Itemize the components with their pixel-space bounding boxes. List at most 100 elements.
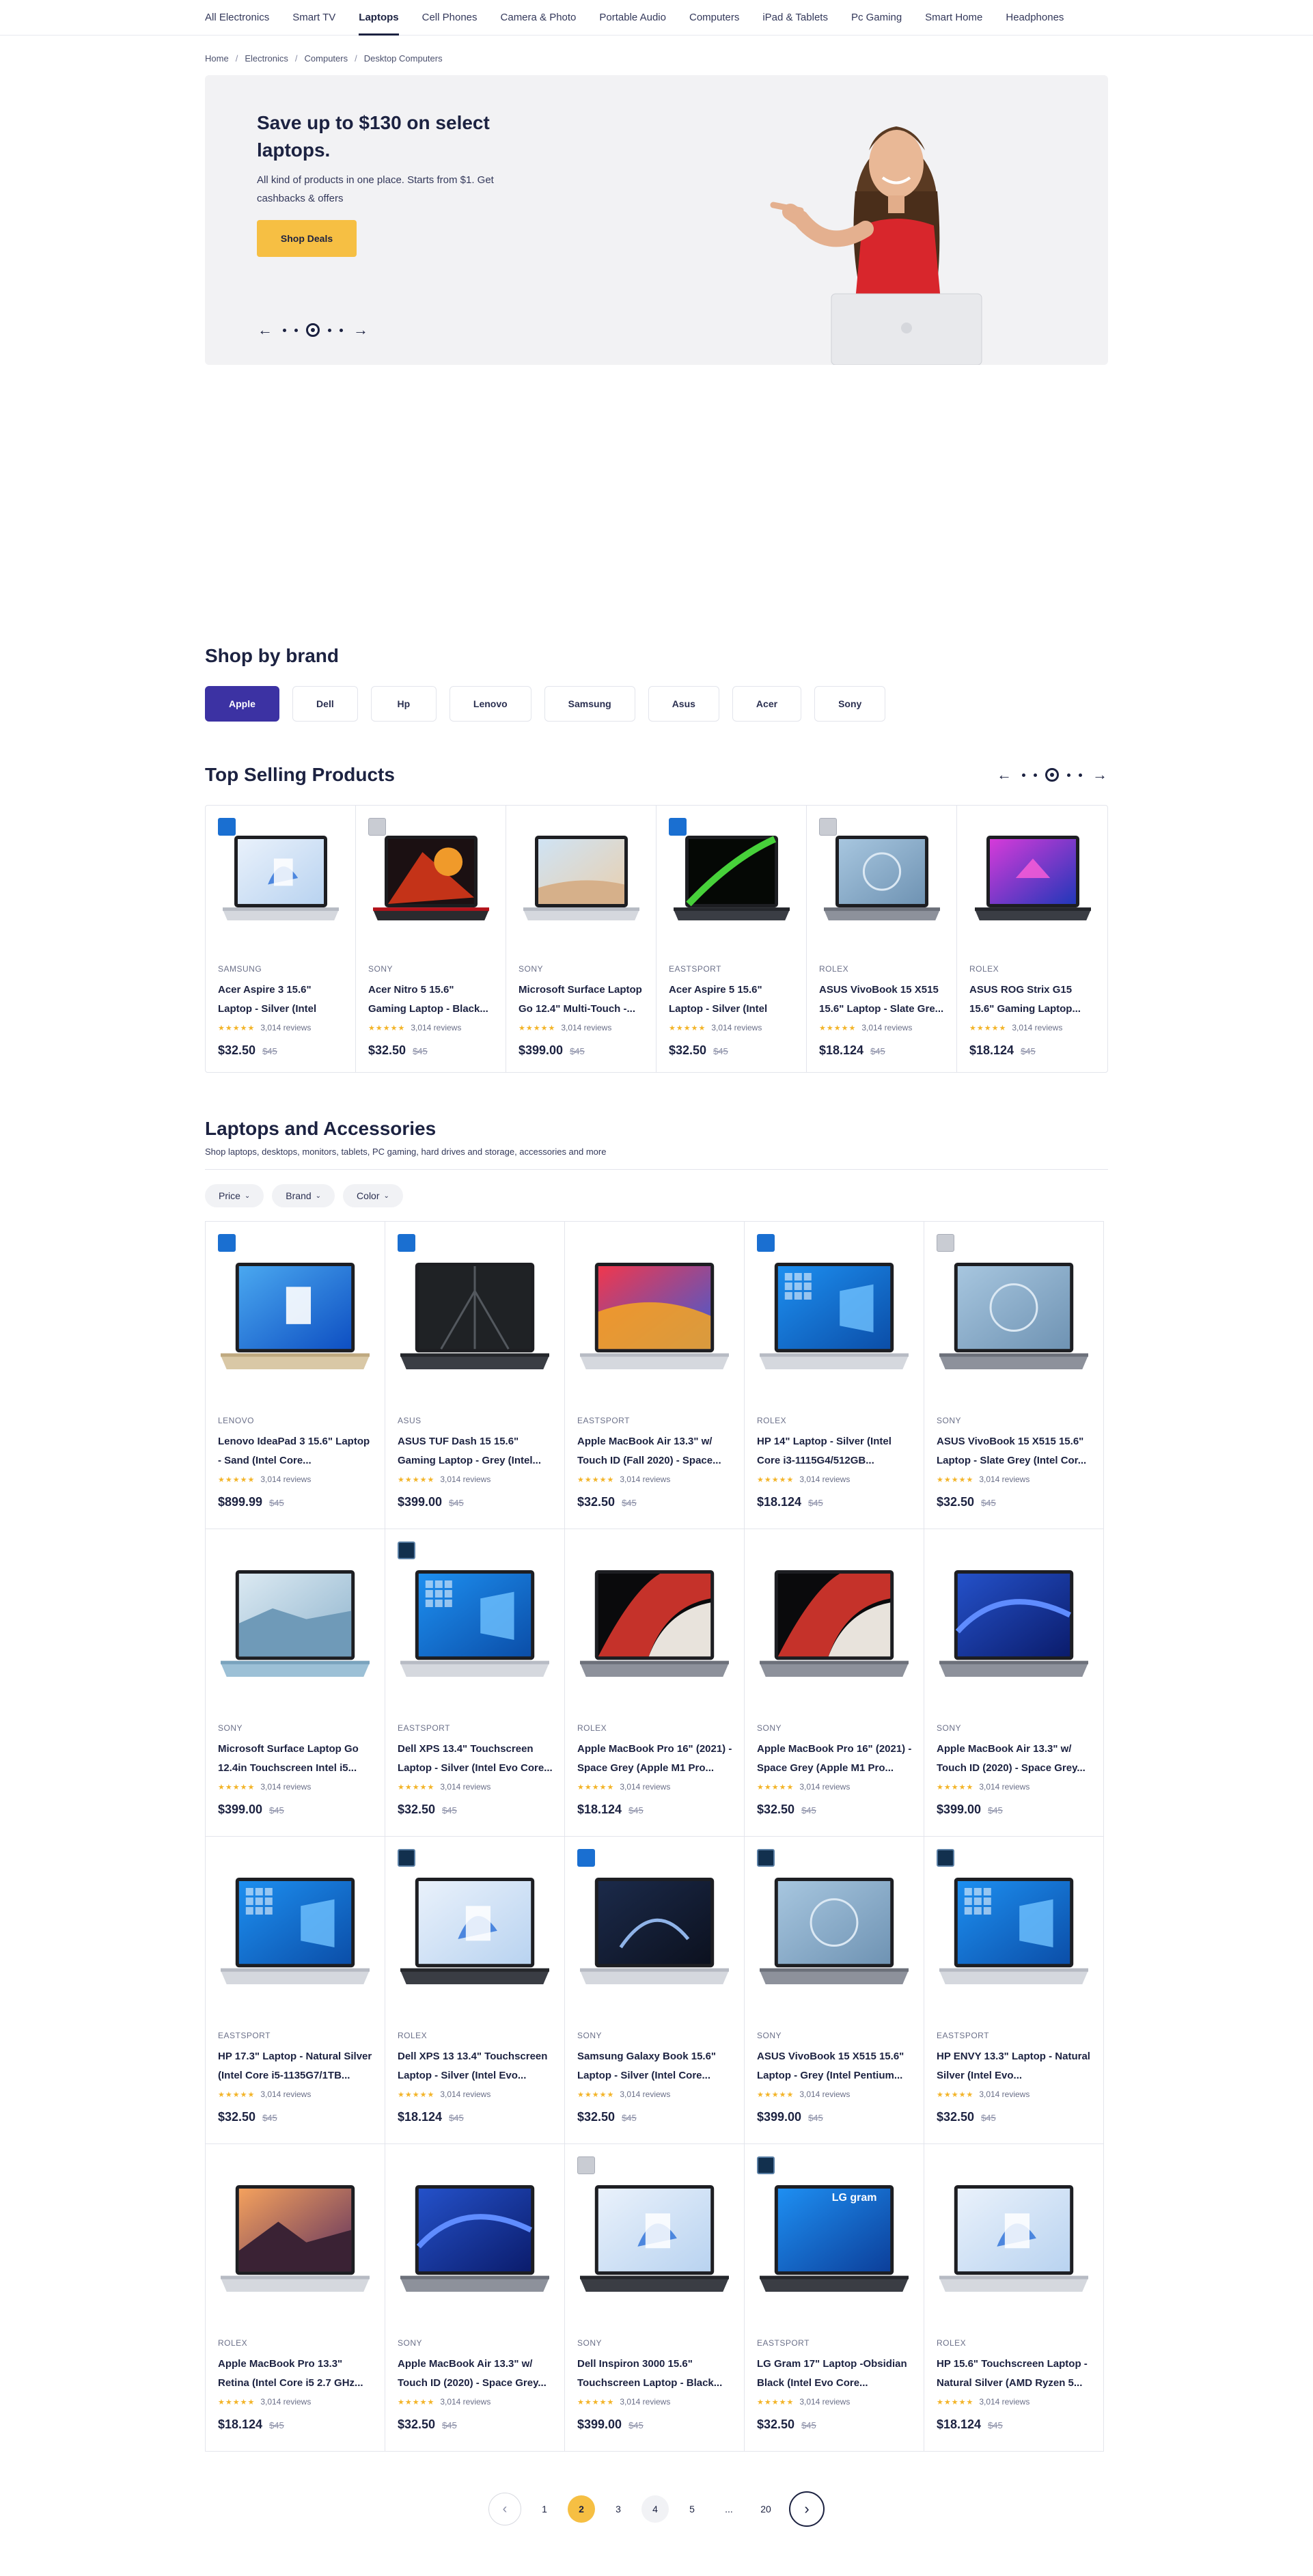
carousel-dot[interactable] bbox=[1045, 768, 1059, 782]
product-card[interactable]: EASTSPORT HP 17.3" Laptop - Natural Silve… bbox=[206, 1837, 385, 2144]
carousel-dot[interactable] bbox=[1079, 773, 1082, 777]
carousel-dot[interactable] bbox=[328, 328, 331, 332]
product-card[interactable]: EASTSPORT HP ENVY 13.3" Laptop - Natural … bbox=[924, 1837, 1104, 2144]
product-title[interactable]: HP ENVY 13.3" Laptop - Natural Silver (I… bbox=[937, 2047, 1092, 2085]
product-image[interactable] bbox=[222, 834, 339, 925]
shop-deals-button[interactable]: Shop Deals bbox=[257, 220, 357, 257]
carousel-dot[interactable] bbox=[340, 328, 343, 332]
product-image[interactable] bbox=[939, 2184, 1088, 2297]
product-card[interactable]: ROLEX HP 14" Laptop - Silver (Intel Core … bbox=[745, 1222, 924, 1529]
product-image[interactable] bbox=[221, 1876, 370, 1989]
product-card[interactable]: SONY Acer Nitro 5 15.6" Gaming Laptop - B… bbox=[356, 806, 506, 1072]
carousel-dot[interactable] bbox=[294, 328, 298, 332]
product-title[interactable]: ASUS VivoBook 15 X515 15.6" Laptop - Sla… bbox=[937, 1432, 1092, 1470]
breadcrumb-item[interactable]: Electronics bbox=[245, 53, 288, 64]
product-card[interactable]: ROLEX Apple MacBook Pro 13.3" Retina (Int… bbox=[206, 2144, 385, 2452]
brand-button-hp[interactable]: Hp bbox=[370, 686, 437, 722]
carousel-dot[interactable] bbox=[283, 328, 286, 332]
product-title[interactable]: ASUS ROG Strix G15 15.6" Gaming Laptop..… bbox=[969, 981, 1098, 1019]
product-image[interactable] bbox=[975, 834, 1091, 925]
product-card[interactable]: SONY ASUS VivoBook 15 X515 15.6" Laptop -… bbox=[924, 1222, 1104, 1529]
product-image[interactable] bbox=[372, 834, 489, 925]
carousel-dot[interactable] bbox=[306, 323, 320, 337]
product-title[interactable]: Apple MacBook Pro 13.3" Retina (Intel Co… bbox=[218, 2355, 374, 2393]
product-image[interactable] bbox=[939, 1876, 1088, 1989]
product-image[interactable] bbox=[939, 1261, 1088, 1374]
product-card[interactable]: ROLEX Dell XPS 13 13.4" Touchscreen Lapto… bbox=[385, 1837, 565, 2144]
nav-item-smart-home[interactable]: Smart Home bbox=[925, 0, 982, 36]
product-card[interactable]: EASTSPORT Apple MacBook Air 13.3" w/ Touc… bbox=[565, 1222, 745, 1529]
carousel-dot[interactable] bbox=[1034, 773, 1037, 777]
nav-item-laptops[interactable]: Laptops bbox=[359, 0, 399, 36]
product-card[interactable]: ROLEX ASUS VivoBook 15 X515 15.6" Laptop … bbox=[807, 806, 957, 1072]
product-title[interactable]: ASUS TUF Dash 15 15.6" Gaming Laptop - G… bbox=[398, 1432, 553, 1470]
breadcrumb-item[interactable]: Computers bbox=[305, 53, 348, 64]
nav-item-cell-phones[interactable]: Cell Phones bbox=[422, 0, 478, 36]
product-title[interactable]: LG Gram 17" Laptop -Obsidian Black (Inte… bbox=[757, 2355, 913, 2393]
product-image[interactable] bbox=[221, 1261, 370, 1374]
product-title[interactable]: Apple MacBook Air 13.3" w/ Touch ID (Fal… bbox=[577, 1432, 733, 1470]
nav-item-smart-tv[interactable]: Smart TV bbox=[292, 0, 335, 36]
product-title[interactable]: Microsoft Surface Laptop Go 12.4in Touch… bbox=[218, 1740, 374, 1778]
product-title[interactable]: Apple MacBook Pro 16" (2021) - Space Gre… bbox=[577, 1740, 733, 1778]
arrow-left-icon[interactable]: ← bbox=[996, 766, 1012, 784]
product-image[interactable] bbox=[760, 1569, 909, 1682]
product-image[interactable] bbox=[580, 1261, 729, 1374]
product-image[interactable] bbox=[221, 2184, 370, 2297]
filter-color[interactable]: Color ⌄ bbox=[343, 1184, 403, 1207]
product-card[interactable]: EASTSPORT Dell XPS 13.4" Touchscreen Lapt… bbox=[385, 1529, 565, 1837]
nav-item-camera-photo[interactable]: Camera & Photo bbox=[501, 0, 577, 36]
product-title[interactable]: HP 17.3" Laptop - Natural Silver (Intel … bbox=[218, 2047, 374, 2085]
product-title[interactable]: Apple MacBook Pro 16" (2021) - Space Gre… bbox=[757, 1740, 913, 1778]
pagination-page[interactable]: 1 bbox=[531, 2495, 558, 2523]
brand-button-sony[interactable]: Sony bbox=[814, 686, 886, 722]
product-card[interactable]: SONY Microsoft Surface Laptop Go 12.4" Mu… bbox=[506, 806, 656, 1072]
product-card[interactable]: ROLEX ASUS ROG Strix G15 15.6" Gaming Lap… bbox=[957, 806, 1107, 1072]
product-card[interactable]: SONY Apple MacBook Air 13.3" w/ Touch ID … bbox=[924, 1529, 1104, 1837]
product-image[interactable] bbox=[580, 1569, 729, 1682]
product-image[interactable] bbox=[400, 2184, 549, 2297]
carousel-dot[interactable] bbox=[1067, 773, 1070, 777]
arrow-right-icon[interactable]: → bbox=[353, 321, 369, 339]
product-card[interactable]: SONY Dell Inspiron 3000 15.6" Touchscreen… bbox=[565, 2144, 745, 2452]
product-image[interactable] bbox=[400, 1261, 549, 1374]
brand-button-samsung[interactable]: Samsung bbox=[544, 686, 635, 722]
product-title[interactable]: Apple MacBook Air 13.3" w/ Touch ID (202… bbox=[937, 1740, 1092, 1778]
nav-item-portable-audio[interactable]: Portable Audio bbox=[599, 0, 666, 36]
pagination-prev-icon[interactable]: ‹ bbox=[488, 2493, 521, 2525]
product-title[interactable]: Lenovo IdeaPad 3 15.6" Laptop - Sand (In… bbox=[218, 1432, 374, 1470]
product-image[interactable] bbox=[523, 834, 639, 925]
arrow-right-icon[interactable]: → bbox=[1092, 766, 1108, 784]
product-card[interactable]: ASUS ASUS TUF Dash 15 15.6" Gaming Laptop… bbox=[385, 1222, 565, 1529]
arrow-left-icon[interactable]: ← bbox=[257, 321, 273, 339]
product-title[interactable]: Dell XPS 13 13.4" Touchscreen Laptop - S… bbox=[398, 2047, 553, 2085]
product-image[interactable] bbox=[221, 1569, 370, 1682]
product-card[interactable]: SONY Microsoft Surface Laptop Go 12.4in T… bbox=[206, 1529, 385, 1837]
product-title[interactable]: Dell Inspiron 3000 15.6" Touchscreen Lap… bbox=[577, 2355, 733, 2393]
product-card[interactable]: EASTSPORT Acer Aspire 5 15.6" Laptop - Si… bbox=[656, 806, 807, 1072]
brand-button-dell[interactable]: Dell bbox=[292, 686, 358, 722]
product-card[interactable]: LG gram EASTSPORT LG Gram 17" Laptop -Obsi… bbox=[745, 2144, 924, 2452]
nav-item-all-electronics[interactable]: All Electronics bbox=[205, 0, 269, 36]
product-image[interactable] bbox=[400, 1569, 549, 1682]
carousel-dot[interactable] bbox=[1022, 773, 1025, 777]
pagination-page[interactable]: 2 bbox=[568, 2495, 595, 2523]
pagination-next-icon[interactable]: › bbox=[789, 2491, 825, 2527]
product-image[interactable] bbox=[580, 1876, 729, 1989]
nav-item-ipad-tablets[interactable]: iPad & Tablets bbox=[762, 0, 828, 36]
product-card[interactable]: SAMSUNG Acer Aspire 3 15.6" Laptop - Silv… bbox=[206, 806, 356, 1072]
product-image[interactable] bbox=[400, 1876, 549, 1989]
product-image[interactable] bbox=[580, 2184, 729, 2297]
product-title[interactable]: ASUS VivoBook 15 X515 15.6" Laptop - Gre… bbox=[757, 2047, 913, 2085]
product-card[interactable]: LENOVO Lenovo IdeaPad 3 15.6" Laptop - Sa… bbox=[206, 1222, 385, 1529]
product-image[interactable] bbox=[673, 834, 790, 925]
brand-button-lenovo[interactable]: Lenovo bbox=[449, 686, 531, 722]
product-title[interactable]: Microsoft Surface Laptop Go 12.4" Multi-… bbox=[519, 981, 645, 1019]
product-card[interactable]: SONY Samsung Galaxy Book 15.6" Laptop - S… bbox=[565, 1837, 745, 2144]
product-card[interactable]: SONY Apple MacBook Air 13.3" w/ Touch ID … bbox=[385, 2144, 565, 2452]
nav-item-headphones[interactable]: Headphones bbox=[1006, 0, 1064, 36]
product-title[interactable]: Acer Nitro 5 15.6" Gaming Laptop - Black… bbox=[368, 981, 495, 1019]
nav-item-computers[interactable]: Computers bbox=[689, 0, 739, 36]
pagination-page[interactable]: 3 bbox=[605, 2495, 632, 2523]
pagination-page[interactable]: 5 bbox=[678, 2495, 706, 2523]
